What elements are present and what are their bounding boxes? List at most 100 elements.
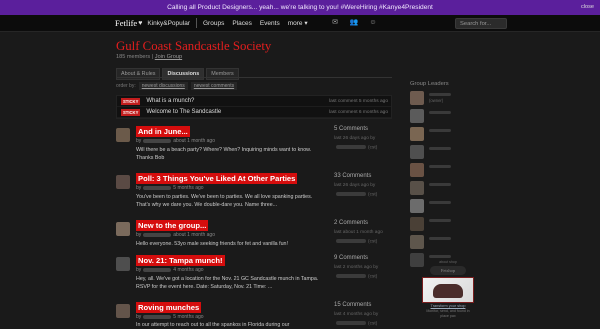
discussion-title[interactable]: New to the group... — [136, 220, 209, 231]
leader-name[interactable] — [429, 93, 451, 96]
group-leader[interactable] — [410, 180, 500, 197]
comment-count[interactable]: 2 Comments — [334, 220, 368, 226]
sticky-item[interactable]: STICKY Welcome to The Sandcastle last co… — [117, 107, 391, 118]
leader-avatar[interactable] — [410, 127, 424, 141]
last-commenter: (cst) — [334, 145, 377, 150]
announcement-text[interactable]: Calling all Product Designers... yeah...… — [167, 4, 433, 11]
group-leader[interactable] — [410, 108, 500, 125]
leader-name[interactable] — [429, 147, 451, 150]
group-tabs: About & Rules Discussions Members — [116, 68, 239, 80]
leader-name[interactable] — [429, 129, 451, 132]
discussion-byline: by 4 months ago — [136, 267, 204, 273]
leader-name[interactable] — [429, 183, 451, 186]
discussion-title[interactable]: Nov. 21: Tampa munch! — [136, 255, 225, 266]
leader-avatar[interactable] — [410, 145, 424, 159]
author-avatar[interactable] — [116, 257, 130, 271]
nav-events[interactable]: Events — [260, 20, 280, 27]
leader-avatar[interactable] — [410, 199, 424, 213]
commenter-name[interactable] — [336, 321, 366, 325]
main-content: Gulf Coast Sandcastle Society 185 member… — [0, 32, 600, 329]
leader-name[interactable] — [429, 255, 451, 258]
author-avatar[interactable] — [116, 128, 130, 142]
discussion-excerpt: Hello everyone. 53yo male seeking friend… — [136, 241, 288, 247]
nav-groups[interactable]: Groups — [203, 20, 224, 27]
search-input[interactable]: Search for... — [455, 18, 507, 29]
order-by: order by: newest discussions newest comm… — [116, 82, 238, 90]
friends-icon[interactable]: 👥 — [349, 18, 359, 28]
leader-avatar[interactable] — [410, 235, 424, 249]
posted-time: about 1 month ago — [173, 138, 215, 144]
leader-avatar[interactable] — [410, 109, 424, 123]
author-name[interactable] — [143, 185, 172, 190]
nav-more[interactable]: more ▾ — [288, 19, 308, 27]
comment-count[interactable]: 5 Comments — [334, 126, 368, 132]
comment-count[interactable]: 15 Comments — [334, 302, 371, 308]
top-navigation: Fetlife ♥ Kinky&Popular Groups Places Ev… — [0, 15, 600, 32]
tab-divider — [116, 77, 392, 78]
nav-places[interactable]: Places — [232, 20, 252, 27]
join-group-link[interactable]: Join Group — [155, 54, 182, 60]
announcement-close-button[interactable]: close — [581, 4, 594, 10]
author-name[interactable] — [143, 314, 172, 319]
fetlife-logo[interactable]: Fetlife ♥ — [115, 18, 142, 28]
leader-avatar[interactable] — [410, 217, 424, 231]
leader-name[interactable] — [429, 219, 451, 222]
discussion-excerpt: In our attempt to reach out to all the s… — [136, 322, 290, 328]
leader-name[interactable] — [429, 237, 451, 240]
leader-name[interactable] — [429, 111, 451, 114]
sticky-badge: STICKY — [121, 108, 141, 116]
group-leader[interactable]: (owner) — [410, 90, 500, 107]
author-name[interactable] — [143, 232, 172, 237]
group-meta: 185 members | Join Group — [116, 54, 183, 60]
leader-name[interactable] — [429, 201, 451, 204]
author-avatar[interactable] — [116, 304, 130, 318]
discussion-title[interactable]: Roving munches — [136, 302, 202, 313]
tab-discussions[interactable]: Discussions — [162, 68, 205, 80]
author-avatar[interactable] — [116, 175, 130, 189]
order-newest-comments[interactable]: newest comments — [190, 82, 238, 90]
group-leader[interactable] — [410, 198, 500, 215]
group-leader[interactable] — [410, 162, 500, 179]
discussion-title[interactable]: And in June... — [136, 126, 190, 137]
by-label: by — [136, 267, 142, 273]
commenter-name[interactable] — [336, 239, 366, 243]
inbox-icon[interactable]: ✉ — [330, 18, 340, 28]
ad-image[interactable] — [422, 277, 474, 303]
member-count[interactable]: 185 members — [116, 54, 150, 60]
author-avatar[interactable] — [116, 222, 130, 236]
kinky-popular-link[interactable]: Kinky&Popular — [147, 20, 190, 27]
group-leaders-heading: Group Leaders — [410, 81, 449, 87]
leader-avatar[interactable] — [410, 91, 424, 105]
comment-count[interactable]: 9 Comments — [334, 255, 368, 261]
sticky-title[interactable]: What is a munch? — [146, 98, 194, 104]
tab-about-rules[interactable]: About & Rules — [116, 68, 161, 80]
group-leader[interactable] — [410, 216, 500, 233]
posted-time: 5 months ago — [173, 314, 204, 320]
sticky-item[interactable]: STICKY What is a munch? last comment 5 m… — [117, 96, 391, 107]
commenter-name[interactable] — [336, 192, 366, 196]
comment-count[interactable]: 33 Comments — [334, 173, 371, 179]
sidebar-ad[interactable]: about shop Fetshop Transform your shop M… — [422, 260, 474, 319]
tab-members[interactable]: Members — [206, 68, 239, 80]
user-menu-icon[interactable]: ☺ — [368, 18, 378, 28]
last-commenter: (cst) — [334, 192, 377, 197]
order-newest-discussions[interactable]: newest discussions — [138, 82, 188, 90]
discussion-title[interactable]: Poll: 3 Things You've Liked At Other Par… — [136, 173, 298, 184]
commenter-name[interactable] — [336, 145, 366, 149]
group-leader[interactable] — [410, 144, 500, 161]
sticky-list: STICKY What is a munch? last comment 5 m… — [116, 95, 392, 119]
logo-text: Fetlife — [115, 18, 138, 28]
discussion-byline: by about 1 month ago — [136, 138, 215, 144]
discussion-excerpt: You've been to parties. We've been to pa… — [136, 194, 313, 208]
commenter-name[interactable] — [336, 274, 366, 278]
group-leader[interactable] — [410, 126, 500, 143]
leader-avatar[interactable] — [410, 181, 424, 195]
author-name[interactable] — [143, 138, 172, 143]
group-leader[interactable] — [410, 234, 500, 251]
sticky-title[interactable]: Welcome to The Sandcastle — [146, 109, 221, 115]
leader-name[interactable] — [429, 165, 451, 168]
leader-role: (owner) — [429, 98, 444, 103]
group-title: Gulf Coast Sandcastle Society — [116, 39, 272, 53]
author-name[interactable] — [143, 267, 172, 272]
leader-avatar[interactable] — [410, 163, 424, 177]
